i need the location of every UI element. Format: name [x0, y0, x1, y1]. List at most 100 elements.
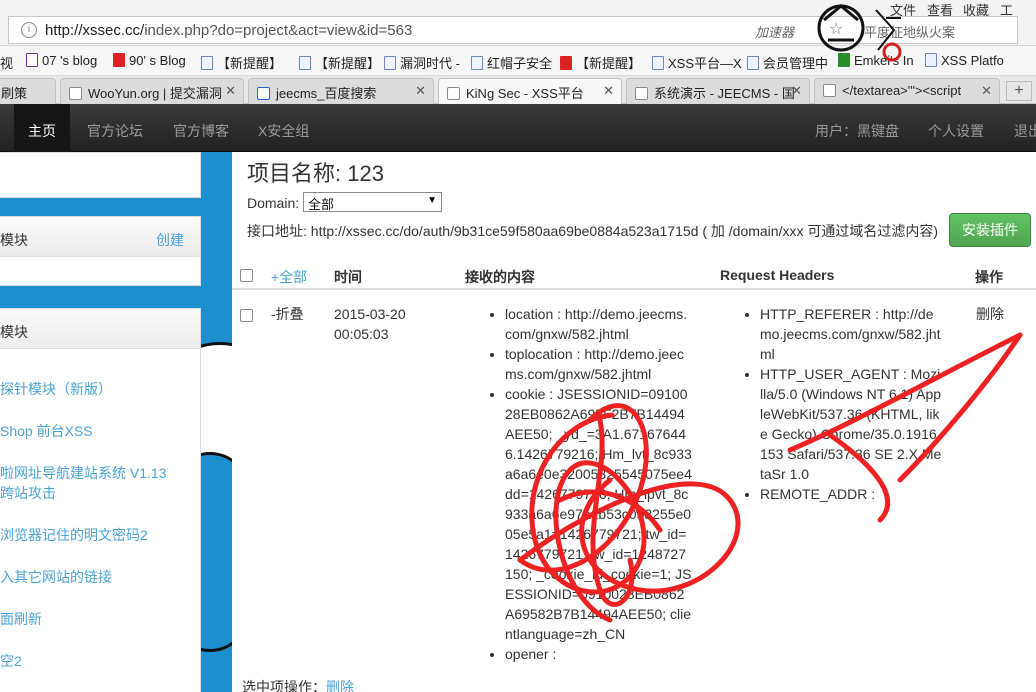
- page-info-icon[interactable]: i: [21, 22, 37, 38]
- nav-settings[interactable]: 个人设置: [928, 121, 984, 141]
- install-plugin-button[interactable]: 安装插件: [949, 213, 1031, 247]
- browser-tab[interactable]: WooYun.org | 提交漏洞 ✕: [60, 78, 244, 104]
- bookmark-item[interactable]: 90' s Blog: [113, 53, 186, 68]
- favicon-icon: [447, 87, 460, 100]
- url-path: index.php?do=project&act=view&id=563: [144, 22, 413, 39]
- sidebar-module-link[interactable]: 啦网址导航建站系统 V1.13: [0, 463, 166, 483]
- browser-tab[interactable]: jeecms_百度搜索 ✕: [248, 78, 434, 104]
- domain-selected-value: 全部: [308, 197, 335, 212]
- bookmark-icon: [299, 56, 311, 70]
- domain-select[interactable]: 全部 ▼: [303, 192, 442, 212]
- bookmark-icon: [201, 56, 213, 70]
- close-tab-icon[interactable]: ✕: [415, 83, 426, 99]
- header-remote-addr: REMOTE_ADDR :: [760, 484, 942, 504]
- bookmark-item[interactable]: XSS平台—X: [652, 53, 742, 72]
- bookmark-item[interactable]: XSS Platfo: [925, 53, 1004, 68]
- panel-header: 模块: [0, 309, 200, 349]
- nav-blog[interactable]: 官方博客: [173, 121, 229, 141]
- bulk-actions: 选中项操作：删除: [242, 677, 354, 692]
- row-date: 2015-03-20: [334, 306, 406, 322]
- sidebar-module-link[interactable]: 入其它网站的链接: [0, 567, 112, 587]
- browser-tab[interactable]: 系统演示 - JEECMS - 国 ✕: [626, 78, 810, 104]
- bookmark-item[interactable]: 【新提醒】: [560, 53, 641, 72]
- sidebar: 模块 创建 模块 探针模块（新版） Shop 前台XSS 啦网址导航建站系统 V…: [0, 152, 232, 692]
- bookmark-item[interactable]: 漏洞时代 -: [384, 53, 460, 72]
- sidebar-panel-top: [0, 152, 201, 198]
- bookmark-icon: [560, 56, 572, 70]
- nav-forum[interactable]: 官方论坛: [87, 121, 143, 141]
- favicon-icon: [69, 87, 82, 100]
- domain-label: Domain:: [247, 195, 300, 211]
- sidebar-module-link[interactable]: Shop 前台XSS: [0, 421, 93, 441]
- bulk-actions-label: 选中项操作：: [242, 679, 326, 692]
- site-navbar: 主页 官方论坛 官方博客 X安全组 用户：黑键盘 个人设置 退出: [0, 104, 1036, 152]
- sidebar-panel-modules: 模块 创建: [0, 216, 201, 286]
- header-referer: HTTP_REFERER : http://demo.jeecms.com/gn…: [760, 304, 942, 364]
- content-location: location : http://demo.jeecms.com/gnxw/5…: [505, 304, 692, 344]
- accelerator-label[interactable]: 加速器: [755, 22, 794, 41]
- browser-tab-strip: 刷策 WooYun.org | 提交漏洞 ✕ jeecms_百度搜索 ✕ KiNg …: [0, 76, 1036, 104]
- close-tab-icon[interactable]: ✕: [225, 83, 236, 99]
- watermark-logo-icon: [817, 4, 902, 62]
- nav-home[interactable]: 主页: [28, 121, 56, 141]
- sidebar-module-link[interactable]: 探针模块（新版）: [0, 379, 112, 399]
- bulk-delete-link[interactable]: 删除: [326, 679, 354, 692]
- sidebar-module-link[interactable]: 跨站攻击: [0, 483, 56, 503]
- request-headers: HTTP_REFERER : http://demo.jeecms.com/gn…: [742, 304, 942, 504]
- collapse-toggle[interactable]: -折叠: [271, 304, 304, 324]
- project-view: 项目名称: 123 Domain: 全部 ▼ 接口地址: http://xsse…: [232, 152, 1036, 692]
- sidebar-module-link[interactable]: 浏览器记住的明文密码2: [0, 525, 148, 545]
- favicon-icon: [823, 84, 836, 97]
- sidebar-module-link[interactable]: 空2: [0, 651, 22, 671]
- close-tab-icon[interactable]: ✕: [791, 83, 802, 99]
- favicon-icon: [635, 87, 648, 100]
- header-divider: [232, 288, 1036, 290]
- panel-title: 模块: [0, 324, 28, 340]
- panel-header: 模块 创建: [0, 217, 200, 257]
- bookmark-icon: [26, 53, 38, 67]
- content-opener: opener :: [505, 644, 692, 664]
- sidebar-panel-module-list: 模块 探针模块（新版） Shop 前台XSS 啦网址导航建站系统 V1.13 跨…: [0, 308, 201, 692]
- nav-xgroup[interactable]: X安全组: [258, 121, 309, 141]
- bookmark-icon: [652, 56, 664, 70]
- bookmark-item[interactable]: 【新提醒】: [299, 53, 380, 72]
- bookmark-item[interactable]: 07 's blog: [26, 53, 97, 68]
- bookmark-icon: [471, 56, 483, 70]
- bookmark-icon: [384, 56, 396, 70]
- row-time: 2015-03-20 00:05:03: [334, 304, 434, 344]
- browser-tab[interactable]: 刷策: [0, 78, 56, 104]
- bookmark-icon: [925, 53, 937, 67]
- select-all-checkbox[interactable]: [240, 269, 253, 282]
- browser-tab-active[interactable]: KiNg Sec - XSS平台 ✕: [438, 78, 622, 104]
- select-all-toggle[interactable]: +全部: [271, 267, 307, 287]
- nav-user[interactable]: 用户：黑键盘: [815, 121, 899, 141]
- close-tab-icon[interactable]: ✕: [603, 83, 614, 99]
- close-tab-icon[interactable]: ✕: [981, 83, 992, 99]
- api-address: 接口地址: http://xssec.cc/do/auth/9b31ce59f5…: [247, 223, 939, 239]
- header-user-agent: HTTP_USER_AGENT : Mozilla/5.0 (Windows N…: [760, 364, 942, 484]
- bookmark-item[interactable]: 视: [0, 53, 13, 72]
- delete-row-link[interactable]: 删除: [976, 304, 1004, 324]
- bookmark-item[interactable]: 红帽子安全: [471, 53, 552, 72]
- project-title: 项目名称: 123: [247, 161, 384, 186]
- url-text: http://xssec.cc/index.php?do=project&act…: [45, 22, 412, 39]
- column-actions: 操作: [975, 269, 1003, 285]
- bookmark-item[interactable]: 【新提醒】: [201, 53, 282, 72]
- favicon-icon: [257, 87, 270, 100]
- url-host: http://xssec.cc/: [45, 22, 145, 39]
- received-content: location : http://demo.jeecms.com/gnxw/5…: [487, 304, 692, 664]
- row-checkbox[interactable]: [240, 309, 253, 322]
- new-tab-button[interactable]: +: [1006, 81, 1032, 101]
- browser-tab[interactable]: </textarea>'"><script ✕: [814, 78, 1000, 104]
- content-cookie: cookie : JSESSIONID=0910028EB0862A695F2B…: [505, 384, 692, 644]
- panel-title: 模块: [0, 232, 28, 248]
- column-headers: Request Headers: [720, 267, 835, 283]
- chevron-down-icon: ▼: [427, 195, 437, 206]
- column-content: 接收的内容: [465, 269, 535, 285]
- sidebar-module-link[interactable]: 面刷新: [0, 609, 42, 629]
- bookmark-icon: [747, 56, 759, 70]
- bookmark-icon: [113, 53, 125, 67]
- create-module-link[interactable]: 创建: [156, 230, 184, 250]
- nav-logout[interactable]: 退出: [1014, 121, 1036, 141]
- row-clock: 00:05:03: [334, 326, 389, 342]
